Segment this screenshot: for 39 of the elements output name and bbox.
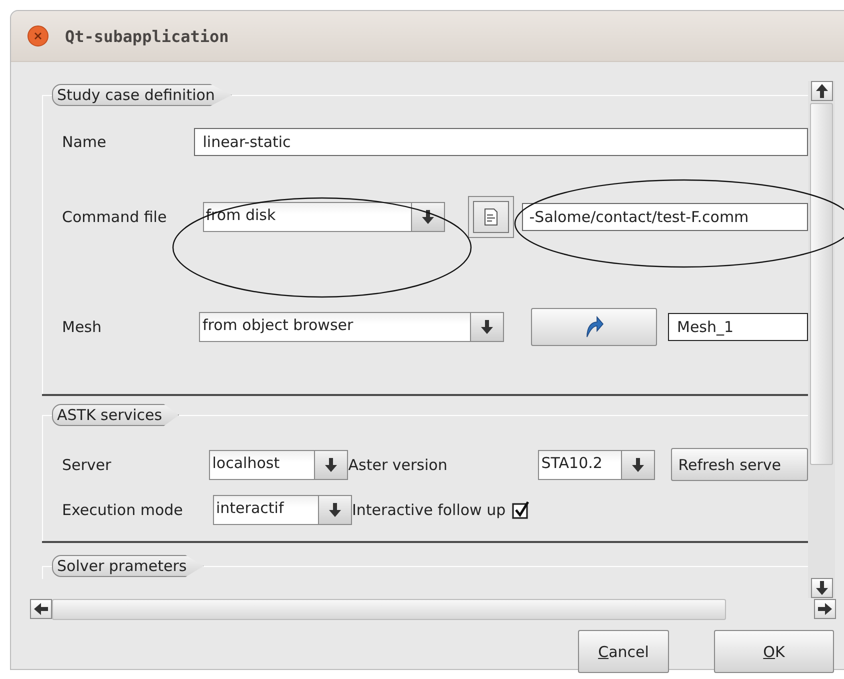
group-title: ASTK services: [52, 404, 180, 426]
checkbox[interactable]: [512, 501, 530, 519]
version-dropdown[interactable]: STA10.2: [538, 450, 656, 480]
execution-mode-dropdown[interactable]: interactif: [213, 495, 352, 525]
field-label: Name: [62, 133, 108, 151]
document-icon: [483, 208, 500, 226]
arrow-down-icon: [481, 320, 494, 334]
curved-arrow-icon: [584, 316, 604, 338]
field-label: Server: [62, 456, 112, 474]
horizontal-scrollbar[interactable]: [30, 598, 836, 620]
command-file-path-field[interactable]: -Salome/contact/test-F.comm: [522, 203, 808, 231]
source-dropdown[interactable]: from disk: [202, 202, 445, 232]
arrow-down-icon: [329, 503, 341, 517]
arrow-down-icon: [816, 581, 828, 595]
field-label: Command file: [62, 208, 168, 226]
cancel-button[interactable]: Cancel: [578, 630, 669, 673]
window-title: Qt-subapplication: [65, 26, 229, 46]
group-title: Study case definition: [52, 84, 232, 106]
arrow-right-icon: [818, 603, 832, 615]
source-dropdown[interactable]: from object browser: [199, 312, 504, 342]
arrow-down-icon: [632, 458, 644, 472]
name-field[interactable]: linear-static: [194, 128, 808, 156]
close-icon[interactable]: [27, 25, 49, 47]
arrow-up-icon: [816, 84, 828, 98]
vertical-scrollbar[interactable]: [808, 81, 835, 598]
select-mesh-button[interactable]: [531, 308, 657, 346]
group-title: Solver prameters: [52, 555, 204, 577]
arrow-down-icon: [325, 458, 338, 472]
browse-file-button[interactable]: [468, 196, 514, 238]
checkbox-label: Interactive follow up: [352, 501, 506, 519]
server-dropdown[interactable]: localhost: [209, 450, 348, 480]
arrow-left-icon: [34, 603, 48, 615]
field-label: Mesh: [62, 318, 102, 336]
ok-button[interactable]: OK: [714, 630, 834, 673]
mesh-field[interactable]: Mesh_1: [668, 313, 808, 341]
field-label: Execution mode: [62, 501, 184, 519]
arrow-down-icon: [422, 210, 434, 224]
field-label: Aster version: [348, 456, 448, 474]
refresh-button[interactable]: Refresh serve: [671, 448, 808, 481]
